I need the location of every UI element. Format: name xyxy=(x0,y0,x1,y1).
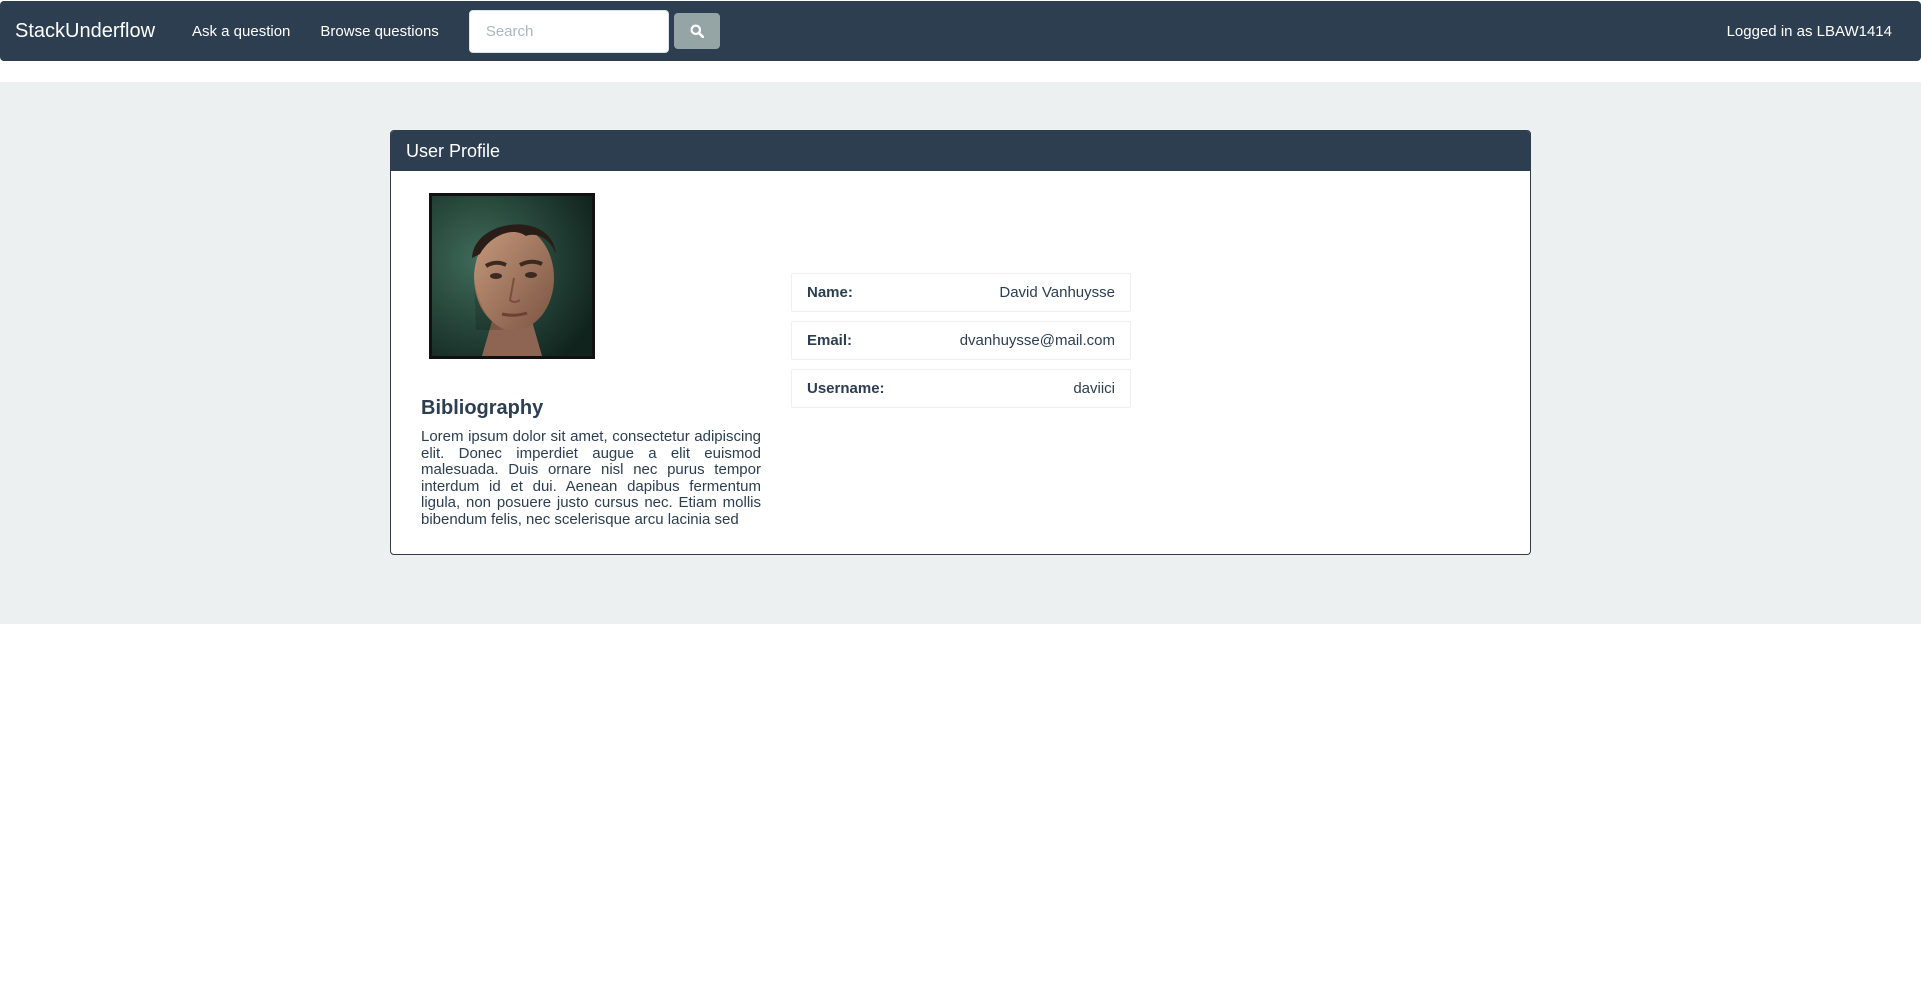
bio-text: Lorem ipsum dolor sit amet, consectetur … xyxy=(421,428,761,528)
info-row-name: Name: David Vanhuysse xyxy=(791,273,1131,312)
info-row-username: Username: daviici xyxy=(791,369,1131,408)
email-label: Email: xyxy=(807,332,853,349)
search-button[interactable] xyxy=(673,13,720,49)
brand-logo[interactable]: StackUnderflow xyxy=(15,20,177,43)
search-input[interactable] xyxy=(468,9,669,53)
panel-body: Bibliography Lorem ipsum dolor sit amet,… xyxy=(391,171,1530,554)
info-row-email: Email: dvanhuysse@mail.com xyxy=(791,321,1131,360)
email-value: dvanhuysse@mail.com xyxy=(959,332,1115,349)
nav-ask-question[interactable]: Ask a question xyxy=(192,23,290,40)
user-profile-panel: User Profile Bibliography Lorem ipsum do… xyxy=(390,130,1531,555)
top-navbar: StackUnderflow Ask a question Browse que… xyxy=(0,1,1921,61)
name-label: Name: xyxy=(807,284,853,301)
user-avatar-photo xyxy=(432,196,592,356)
logged-in-user[interactable]: Logged in as LBAW1414 xyxy=(1727,23,1892,40)
name-value: David Vanhuysse xyxy=(999,284,1115,301)
user-avatar xyxy=(429,193,595,359)
search-icon xyxy=(690,24,704,38)
profile-info-list: Name: David Vanhuysse Email: dvanhuysse@… xyxy=(791,273,1131,417)
bio-heading: Bibliography xyxy=(421,397,544,419)
username-value: daviici xyxy=(1073,380,1115,397)
username-label: Username: xyxy=(807,380,885,397)
nav-browse-questions[interactable]: Browse questions xyxy=(320,23,438,40)
panel-title: User Profile xyxy=(391,131,1530,171)
